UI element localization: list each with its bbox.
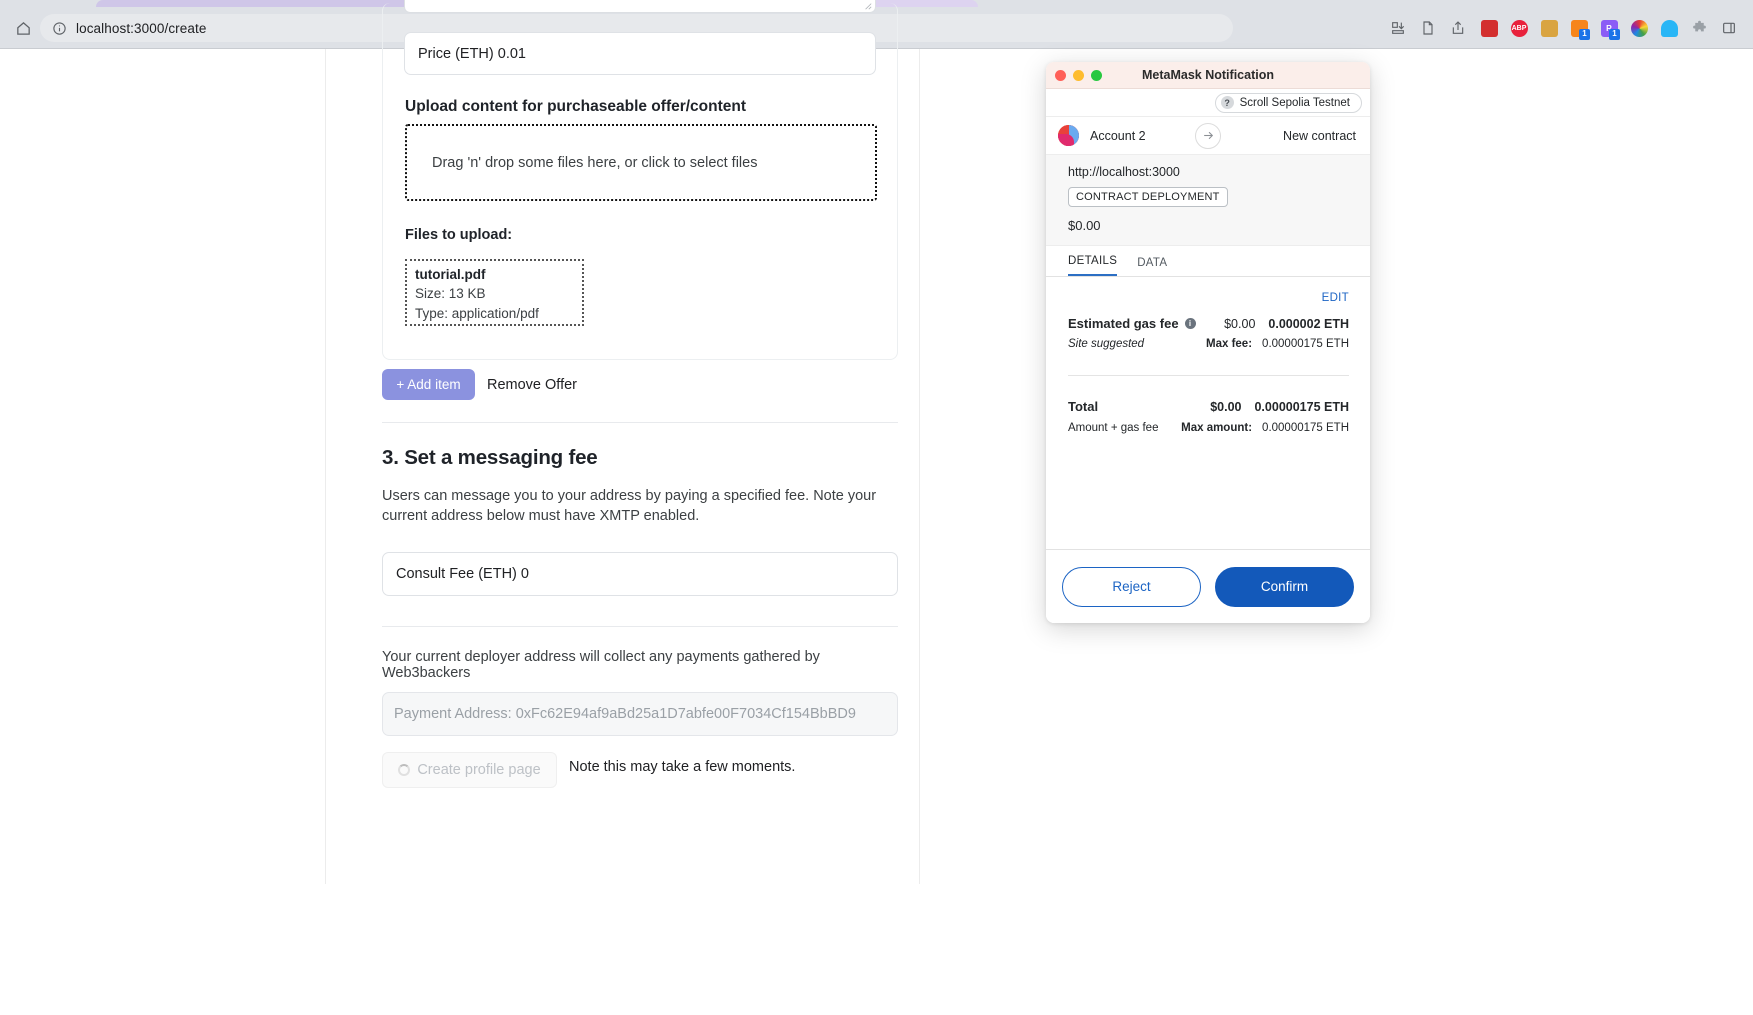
contract-deployment-badge: CONTRACT DEPLOYMENT	[1068, 187, 1228, 207]
dropzone-text: Drag 'n' drop some files here, or click …	[432, 154, 758, 171]
max-fee-value: 0.00000175 ETH	[1262, 338, 1349, 350]
extension-badge-count: 1	[1579, 29, 1590, 40]
gas-fee-usd: $0.00	[1224, 316, 1256, 331]
gas-fee-sublabel: Site suggested	[1068, 338, 1145, 350]
price-input[interactable]: Price (ETH) 0.01	[404, 32, 876, 75]
upload-section-label: Upload content for purchaseable offer/co…	[405, 98, 747, 115]
estimated-gas-fee-row: Estimated gas fee i $0.00 0.000002 ETH S…	[1068, 316, 1349, 350]
total-row: Total $0.00 0.00000175 ETH Amount + gas …	[1068, 399, 1349, 434]
metamask-notification-window: MetaMask Notification ? Scroll Sepolia T…	[1046, 62, 1370, 623]
extension-notebook-icon[interactable]	[1535, 13, 1563, 43]
section-divider	[382, 422, 898, 423]
metamask-window-title: MetaMask Notification	[1142, 68, 1274, 82]
deployer-note: Your current deployer address will colle…	[382, 649, 820, 681]
page-body: Price (ETH) 0.01 Upload content for purc…	[0, 0, 1753, 1015]
extensions-puzzle-icon[interactable]	[1685, 13, 1713, 43]
account-avatar	[1058, 125, 1079, 146]
create-profile-button-label: Create profile page	[417, 762, 541, 778]
origin-url: http://localhost:3000	[1068, 165, 1180, 179]
reading-list-icon[interactable]	[1413, 14, 1443, 42]
install-app-icon[interactable]	[1383, 14, 1413, 42]
details-divider	[1068, 375, 1349, 376]
address-bar-url: localhost:3000/create	[76, 20, 207, 36]
contract-target-name: New contract	[1283, 128, 1356, 143]
metamask-tabs: DETAILS DATA	[1046, 246, 1370, 277]
file-list-item: tutorial.pdf Size: 13 KB Type: applicati…	[405, 259, 584, 326]
section-3-description: Users can message you to your address by…	[382, 488, 877, 524]
confirm-button[interactable]: Confirm	[1215, 566, 1354, 607]
info-circle-icon	[53, 21, 66, 35]
side-panel-icon[interactable]	[1715, 13, 1743, 43]
extension-color-wheel-icon[interactable]	[1625, 13, 1653, 43]
max-amount-value: 0.00000175 ETH	[1262, 422, 1349, 434]
max-amount-label: Max amount:	[1181, 422, 1253, 434]
extension-rabby-icon[interactable]: R1	[1595, 13, 1623, 43]
browser-tab[interactable]	[96, 0, 426, 7]
consult-fee-input[interactable]: Consult Fee (ETH) 0	[382, 552, 898, 596]
network-name: Scroll Sepolia Testnet	[1239, 96, 1350, 109]
section-divider	[382, 626, 898, 627]
tab-details[interactable]: DETAILS	[1068, 255, 1118, 276]
network-row: ? Scroll Sepolia Testnet	[1046, 89, 1370, 117]
total-usd: $0.00	[1210, 400, 1242, 414]
payment-address-input[interactable]: Payment Address: 0xFc62E94af9aBd25a1D7ab…	[382, 692, 898, 736]
account-name: Account 2	[1090, 128, 1146, 143]
total-eth: 0.00000175 ETH	[1254, 400, 1349, 414]
extension-database-icon[interactable]	[1655, 13, 1683, 43]
metamask-title-bar: MetaMask Notification	[1046, 62, 1370, 89]
remove-offer-button[interactable]: Remove Offer	[487, 369, 577, 400]
details-panel: EDIT Estimated gas fee i $0.00 0.000002 …	[1046, 277, 1370, 555]
transaction-amount: $0.00	[1068, 218, 1101, 233]
transaction-meta: http://localhost:3000 CONTRACT DEPLOYMEN…	[1046, 155, 1370, 246]
section-3-heading: 3. Set a messaging fee	[382, 446, 598, 469]
gas-fee-label: Estimated gas fee	[1068, 316, 1179, 331]
extension-adblock-plus-icon[interactable]: ABP	[1505, 13, 1533, 43]
metamask-actions: Reject Confirm	[1046, 549, 1370, 623]
edit-gas-link[interactable]: EDIT	[1322, 292, 1349, 304]
file-dropzone[interactable]: Drag 'n' drop some files here, or click …	[405, 124, 877, 201]
create-note: Note this may take a few moments.	[569, 759, 796, 775]
home-icon[interactable]	[6, 13, 40, 43]
account-row: Account 2 New contract	[1046, 117, 1370, 155]
question-mark-icon: ?	[1220, 96, 1234, 109]
max-fee-label: Max fee:	[1206, 338, 1253, 350]
share-icon[interactable]	[1443, 14, 1473, 42]
extension-pocket-icon[interactable]	[1475, 13, 1503, 43]
add-item-button[interactable]: + Add item	[382, 369, 475, 400]
gas-fee-eth: 0.000002 ETH	[1268, 316, 1349, 331]
file-size: Size: 13 KB	[415, 286, 486, 301]
network-selector[interactable]: ? Scroll Sepolia Testnet	[1214, 92, 1362, 113]
extension-badge-count: 1	[1609, 29, 1620, 40]
reject-button[interactable]: Reject	[1062, 566, 1201, 607]
file-type: Type: application/pdf	[415, 306, 539, 321]
tab-data[interactable]: DATA	[1137, 257, 1167, 276]
total-sublabel: Amount + gas fee	[1068, 422, 1159, 434]
create-profile-button[interactable]: Create profile page	[382, 752, 557, 788]
extension-metamask-icon[interactable]: 1	[1565, 13, 1593, 43]
file-name: tutorial.pdf	[415, 267, 486, 282]
loading-spinner-icon	[398, 764, 411, 776]
extension-icons: ABP 1 R1	[1475, 13, 1743, 43]
info-icon[interactable]: i	[1184, 318, 1196, 329]
content-container: Price (ETH) 0.01 Upload content for purc…	[325, 0, 920, 884]
total-label: Total	[1068, 399, 1099, 414]
files-to-upload-label: Files to upload:	[405, 227, 513, 243]
arrow-right-icon	[1195, 122, 1221, 149]
